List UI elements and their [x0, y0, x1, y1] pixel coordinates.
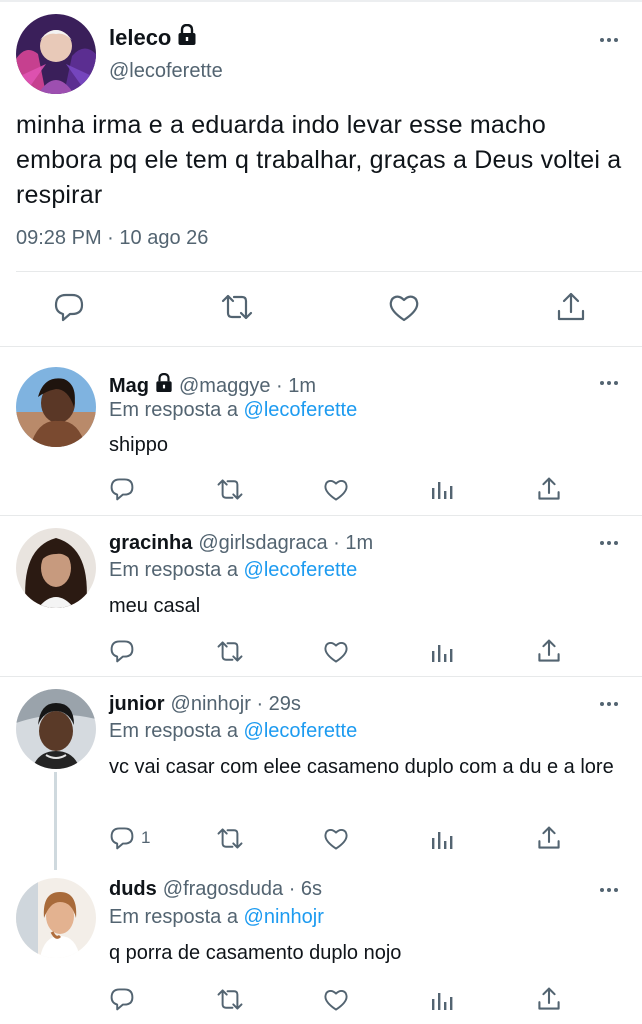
handle-time[interactable]: @fragosduda · 6s	[163, 878, 322, 901]
more-icon[interactable]	[600, 702, 618, 706]
share-button[interactable]	[537, 476, 561, 502]
reply-count: 1	[141, 828, 151, 847]
retweet-button[interactable]	[216, 478, 244, 501]
display-name[interactable]: Mag	[109, 375, 149, 398]
reply-button[interactable]: 1	[109, 826, 150, 850]
share-icon	[537, 638, 561, 664]
avatar[interactable]	[16, 367, 96, 447]
thread-line	[54, 772, 57, 870]
main-tweet: leleco @lecoferette minha irma e a eduar…	[0, 0, 642, 347]
reply-icon	[109, 826, 135, 850]
reply-button[interactable]	[109, 987, 141, 1011]
share-icon	[537, 825, 561, 851]
handle[interactable]: @lecoferette	[109, 60, 223, 83]
avatar[interactable]	[16, 14, 96, 94]
avatar[interactable]	[16, 878, 96, 958]
tweet-text: meu casal	[109, 595, 201, 617]
more-icon[interactable]	[600, 381, 618, 385]
analytics-button[interactable]	[431, 641, 453, 663]
reply-mention[interactable]: @lecoferette	[244, 399, 358, 421]
reply-tweet: duds @fragosduda · 6s Em resposta a @nin…	[0, 870, 642, 1024]
display-name[interactable]: gracinha	[109, 532, 192, 555]
meta-separator: ·	[107, 227, 114, 249]
retweet-button[interactable]	[216, 827, 244, 850]
analytics-button[interactable]	[431, 478, 453, 500]
like-icon	[323, 988, 349, 1012]
retweet-icon	[216, 827, 244, 850]
reply-tweet: gracinha @girlsdagraca · 1m Em resposta …	[0, 516, 642, 677]
share-button[interactable]	[556, 291, 586, 323]
reply-icon	[53, 292, 85, 322]
tweet-text: shippo	[109, 434, 168, 456]
more-icon[interactable]	[600, 888, 618, 892]
reply-prefix: Em resposta a	[109, 906, 238, 928]
more-icon[interactable]	[600, 541, 618, 545]
avatar[interactable]	[16, 528, 96, 608]
tweet-text: vc vai casar com elee casameno duplo com…	[109, 756, 614, 778]
reply-prefix: Em resposta a	[109, 399, 238, 421]
reply-context: Em resposta a @lecoferette	[109, 720, 357, 743]
display-name[interactable]: junior	[109, 693, 165, 716]
reply-icon	[109, 639, 135, 663]
reply-button[interactable]	[109, 639, 141, 663]
retweet-icon	[216, 988, 244, 1011]
reply-context: Em resposta a @lecoferette	[109, 559, 357, 582]
tweet-timestamp: 09:28 PM · 10 ago 26	[16, 227, 208, 250]
reply-prefix: Em resposta a	[109, 720, 238, 742]
reply-context: Em resposta a @ninhojr	[109, 906, 324, 929]
share-button[interactable]	[537, 825, 561, 851]
reply-tweet: junior @ninhojr · 29s Em resposta a @lec…	[0, 677, 642, 870]
share-icon	[537, 986, 561, 1012]
like-button[interactable]	[323, 988, 349, 1012]
tweet-text: minha irma e a eduarda indo levar esse m…	[16, 111, 622, 209]
reply-mention[interactable]: @lecoferette	[244, 559, 358, 581]
like-icon	[323, 640, 349, 664]
analytics-icon	[431, 641, 453, 663]
retweet-icon	[216, 478, 244, 501]
like-button[interactable]	[323, 827, 349, 851]
reply-button[interactable]	[109, 477, 141, 501]
retweet-button[interactable]	[216, 640, 244, 663]
display-name[interactable]: duds	[109, 878, 157, 901]
reply-icon	[109, 987, 135, 1011]
reply-icon	[109, 477, 135, 501]
reply-mention[interactable]: @ninhojr	[244, 906, 324, 928]
retweet-icon	[220, 293, 254, 321]
analytics-icon	[431, 828, 453, 850]
share-icon	[537, 476, 561, 502]
analytics-button[interactable]	[431, 828, 453, 850]
share-button[interactable]	[537, 638, 561, 664]
like-icon	[323, 827, 349, 851]
tweet-text: q porra de casamento duplo nojo	[109, 942, 402, 964]
retweet-button[interactable]	[220, 293, 254, 321]
analytics-icon	[431, 989, 453, 1011]
share-button[interactable]	[537, 986, 561, 1012]
tweet-time: 09:28 PM	[16, 227, 102, 249]
reply-context: Em resposta a @lecoferette	[109, 399, 357, 422]
tweet-date[interactable]: 10 ago 26	[119, 227, 208, 249]
reply-prefix: Em resposta a	[109, 559, 238, 581]
avatar[interactable]	[16, 689, 96, 769]
like-button[interactable]	[388, 293, 420, 323]
retweet-icon	[216, 640, 244, 663]
reply-button[interactable]	[53, 292, 85, 322]
lock-icon	[155, 372, 173, 399]
handle-time[interactable]: @ninhojr · 29s	[171, 693, 301, 716]
share-icon	[556, 291, 586, 323]
reply-tweet: Mag @maggye · 1m Em resposta a @lecofere…	[0, 347, 642, 516]
handle-time[interactable]: @girlsdagraca · 1m	[198, 532, 373, 555]
analytics-icon	[431, 478, 453, 500]
like-icon	[388, 293, 420, 323]
retweet-button[interactable]	[216, 988, 244, 1011]
like-button[interactable]	[323, 478, 349, 502]
reply-mention[interactable]: @lecoferette	[244, 720, 358, 742]
analytics-button[interactable]	[431, 989, 453, 1011]
like-icon	[323, 478, 349, 502]
more-icon[interactable]	[600, 38, 618, 42]
like-button[interactable]	[323, 640, 349, 664]
lock-icon	[177, 23, 197, 52]
handle-time[interactable]: @maggye · 1m	[179, 375, 316, 398]
divider	[16, 271, 642, 272]
display-name[interactable]: leleco	[109, 25, 171, 51]
